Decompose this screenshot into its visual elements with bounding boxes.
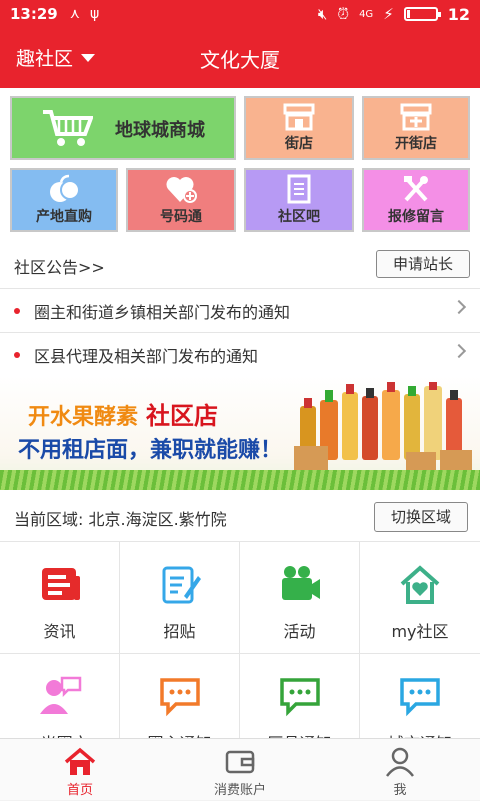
grid-label: 圈主通知 (120, 730, 239, 738)
street-shop-label: 街店 (285, 136, 313, 152)
grid-item-circle-post[interactable]: . 光圈文 (0, 654, 120, 738)
chat-bubble-icon (280, 678, 320, 717)
grid-label: 招贴 (163, 622, 196, 641)
notice-header: 社区公告>> 申请站长 (0, 240, 480, 288)
grid-item-my-community[interactable]: my社区 (360, 542, 480, 654)
open-shop-label: 开街店 (395, 136, 437, 152)
community-bar-label: 社区吧 (278, 209, 320, 225)
alarm-icon: ⏰︎ (337, 5, 350, 23)
notice-text: 圈主和街道乡镇相关部门发布的通知 (34, 302, 291, 322)
grass-decoration (0, 470, 480, 490)
function-grid: 资讯 招贴 活动 my社区 . 光圈文 圈主通知 区县通知 城市通知 (0, 542, 480, 738)
mall-label: 地球城商城 (115, 120, 205, 141)
tools-icon (404, 176, 428, 202)
open-shop-tile[interactable]: 开街店 (362, 96, 470, 160)
heart-plus-icon (166, 177, 197, 203)
product-bottles-image (294, 382, 472, 472)
origin-direct-label: 产地直购 (36, 209, 92, 225)
storefront-icon (283, 103, 315, 131)
grid-item-posting[interactable]: 招贴 (120, 542, 240, 654)
home-heart-icon (400, 565, 440, 604)
video-camera-icon (282, 566, 320, 600)
grid-label: 城市通知 (360, 730, 480, 738)
tab-label: 首页 (66, 783, 93, 798)
origin-direct-tile[interactable]: 产地直购 (10, 168, 118, 232)
grid-item-city-notice[interactable]: 城市通知 (360, 654, 480, 738)
chevron-right-icon (451, 343, 467, 359)
tab-home[interactable]: 首页 (0, 739, 160, 801)
banner-headline-text: 开水果酵素 (28, 405, 139, 430)
notice-list: 圈主和街道乡镇相关部门发布的通知 区县代理及相关部门发布的通知 (0, 288, 480, 376)
grid-item-owner-notice[interactable]: 圈主通知 (120, 654, 240, 738)
wallet-icon (225, 750, 255, 774)
grid-label: my社区 (391, 622, 449, 641)
notice-text: 区县代理及相关部门发布的通知 (34, 346, 259, 366)
banner-headline: 开水果酵素 社区店 (28, 396, 218, 431)
repair-message-label: 报修留言 (388, 209, 444, 225)
fruit-icon (50, 174, 80, 202)
grid-item-news[interactable]: 资讯 (0, 542, 120, 654)
repair-message-tile[interactable]: 报修留言 (362, 168, 470, 232)
current-region: 当前区域: 北京.海淀区.紫竹院 (14, 510, 227, 529)
charging-icon: ⚡︎ (383, 5, 394, 23)
category-tiles: 地球城商城 街店 开街店 产地直购 号码通 社区吧 报修留言 (0, 88, 480, 240)
notice-item[interactable]: 区县代理及相关部门发布的通知 (0, 332, 480, 376)
grid-label: 资讯 (43, 622, 76, 641)
edit-document-icon (162, 566, 201, 604)
number-pass-tile[interactable]: 号码通 (126, 168, 236, 232)
person-chat-icon (40, 676, 82, 714)
open-shop-icon (400, 103, 432, 131)
tab-account[interactable]: 消费账户 (160, 739, 320, 801)
status-bar: 13:29 ⋏ ψ 🔇︎ ⏰︎ 4G ⚡︎ 12 (0, 0, 480, 28)
grid-label: 活动 (283, 622, 316, 641)
grid-label: 区县通知 (240, 730, 359, 738)
banner-headline-highlight: 社区店 (146, 402, 219, 430)
apply-stationmaster-button[interactable]: 申请站长 (376, 250, 470, 278)
promo-banner[interactable]: 开水果酵素 社区店 不用租店面，兼职就能赚！ (0, 376, 480, 490)
grid-item-activity[interactable]: 活动 (240, 542, 360, 654)
grid-item-district-notice[interactable]: 区县通知 (240, 654, 360, 738)
number-pass-label: 号码通 (160, 209, 202, 225)
grid-label: . 光圈文 (0, 730, 119, 738)
chat-bubble-icon (160, 678, 200, 717)
bottom-tab-bar: 首页 消费账户 我 (0, 738, 480, 800)
chevron-right-icon (451, 299, 467, 315)
clock: 13:29 (10, 5, 58, 23)
usb-share-icon: ⋏ (69, 6, 81, 22)
battery-icon (403, 7, 441, 21)
tab-me[interactable]: 我 (320, 739, 480, 801)
document-icon (287, 174, 311, 204)
home-icon (64, 747, 96, 775)
battery-percent: 12 (447, 4, 470, 24)
chat-bubble-icon (400, 678, 440, 717)
app-header: 趣社区 文化大厦 (0, 28, 480, 88)
shopping-cart-icon (43, 110, 93, 146)
mall-tile[interactable]: 地球城商城 (10, 96, 236, 160)
tab-label: 消费账户 (213, 783, 266, 798)
notice-item[interactable]: 圈主和街道乡镇相关部门发布的通知 (0, 288, 480, 332)
mute-icon: 🔇︎ (317, 5, 328, 23)
tab-label: 我 (393, 783, 407, 798)
network-type: 4G (359, 8, 374, 20)
switch-region-button[interactable]: 切换区域 (374, 502, 468, 532)
bullet-dot (14, 352, 20, 358)
street-shop-tile[interactable]: 街店 (244, 96, 354, 160)
region-bar: 当前区域: 北京.海淀区.紫竹院 切换区域 (0, 490, 480, 542)
notice-title-link[interactable]: 社区公告>> (14, 254, 105, 278)
user-icon (386, 747, 414, 777)
bullet-dot (14, 308, 20, 314)
community-bar-tile[interactable]: 社区吧 (244, 168, 354, 232)
usb-icon: ψ (90, 6, 100, 22)
news-icon (42, 568, 80, 600)
page-title: 文化大厦 (200, 48, 280, 72)
banner-subline: 不用租店面，兼职就能赚！ (18, 438, 283, 463)
